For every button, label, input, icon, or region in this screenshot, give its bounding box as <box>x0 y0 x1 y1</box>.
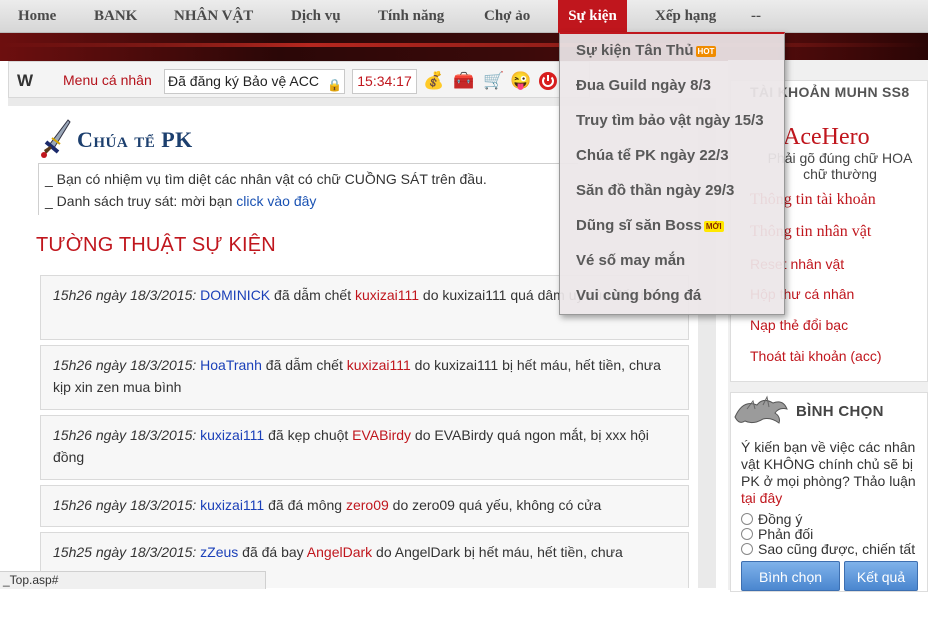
menu-item-boss-hunter[interactable]: Dũng sĩ săn Boss MỚI <box>576 217 724 234</box>
entry-action: đã dẫm chết <box>261 357 347 373</box>
header-banner <box>0 33 928 61</box>
menu-item-god-item-hunt[interactable]: Săn đồ thần ngày 29/3 <box>576 182 734 199</box>
radio-button[interactable] <box>741 543 753 555</box>
entry-victim-link[interactable]: EVABirdy <box>352 427 411 443</box>
vote-option-disagree[interactable]: Phản đối <box>741 526 813 542</box>
vote-question: Ý kiến bạn về việc các nhân vật KHÔNG ch… <box>741 439 928 507</box>
vote-option-label: Phản đối <box>758 526 814 542</box>
vote-submit-button[interactable]: Bình chọn <box>741 561 840 591</box>
menu-item-label: Săn đồ thần ngày 29/3 <box>576 182 735 199</box>
entry-time: 15h26 ngày 18/3/2015: <box>53 357 197 373</box>
entry-action: đã đá bay <box>238 544 307 560</box>
smiley-icon[interactable]: 😜 <box>509 69 533 93</box>
entry-attacker-link[interactable]: kuxizai111 <box>200 497 264 513</box>
entry-detail: do AngelDark bị hết máu, hết tiền, chưa <box>372 544 623 560</box>
nav-home[interactable]: Home <box>18 0 56 33</box>
vote-option-label: Đồng ý <box>758 511 803 527</box>
treasure-chest-icon[interactable]: 🧰 <box>452 69 476 93</box>
entry-victim-link[interactable]: kuxizai111 <box>347 357 411 373</box>
pk-hunt-list-text: _ Danh sách truy sát: mời bạn click vào … <box>45 193 316 209</box>
menu-item-label: Đua Guild ngày 8/3 <box>576 77 712 94</box>
new-badge: MỚI <box>703 220 724 232</box>
pk-mission-text: _ Bạn có nhiệm vụ tìm diệt các nhân vật … <box>45 171 487 187</box>
entry-attacker-link[interactable]: zZeus <box>200 544 238 560</box>
money-bag-icon[interactable]: 💰 <box>422 69 446 93</box>
report-entry: 15h26 ngày 18/3/2015: HoaTranh đã dẫm ch… <box>40 345 689 410</box>
site-logo-icon[interactable]: W <box>17 71 33 91</box>
lock-icon: 🔒 <box>327 78 342 92</box>
entry-action: đã đá mông <box>264 497 346 513</box>
menu-item-label: Vui cùng bóng đá <box>576 287 702 304</box>
nav-characters[interactable]: NHÂN VẬT <box>174 0 253 33</box>
page: Home BANK NHÂN VẬT Dịch vụ Tính năng Chợ… <box>0 0 928 642</box>
menu-item-label: Vé số may mắn <box>576 252 686 269</box>
logout-link[interactable]: Thoát tài khoản (acc) <box>750 348 882 364</box>
vote-discussion-link[interactable]: tại đây <box>741 490 782 506</box>
radio-button[interactable] <box>741 513 753 525</box>
event-report-title: TƯỜNG THUẬT SỰ KIỆN <box>36 234 276 256</box>
entry-detail: do zero09 quá yếu, không có cửa <box>388 497 602 513</box>
entry-victim-link[interactable]: kuxizai111 <box>355 287 419 303</box>
shopping-cart-icon[interactable]: 🛒 <box>482 69 506 93</box>
report-entry: 15h26 ngày 18/3/2015: kuxizai111 đã đá m… <box>40 485 689 527</box>
account-protection-text: Đã đăng ký Bảo vệ ACC <box>168 73 319 89</box>
menu-item-guild-race[interactable]: Đua Guild ngày 8/3 <box>576 77 711 94</box>
nav-services[interactable]: Dịch vụ <box>291 0 341 33</box>
vote-question-text: Ý kiến bạn về việc các nhân vật KHÔNG ch… <box>741 439 916 489</box>
events-dropdown-menu: Sự kiện Tân Thủ HOT Đua Guild ngày 8/3 Tr… <box>559 32 785 315</box>
entry-victim-link[interactable]: AngelDark <box>307 544 372 560</box>
menu-item-label: Sự kiện Tân Thủ <box>576 42 694 59</box>
menu-item-newbie-event[interactable]: Sự kiện Tân Thủ HOT <box>576 42 717 59</box>
menu-item-label: Chúa tể PK ngày 22/3 <box>576 147 729 164</box>
entry-time: 15h26 ngày 18/3/2015: <box>53 427 197 443</box>
report-entry: 15h26 ngày 18/3/2015: kuxizai111 đã kẹp … <box>40 415 689 480</box>
entry-attacker-link[interactable]: kuxizai111 <box>200 427 264 443</box>
topup-link[interactable]: Nạp thẻ đổi bạc <box>750 317 848 333</box>
radio-button[interactable] <box>741 528 753 540</box>
vote-results-button[interactable]: Kết quả <box>844 561 918 591</box>
entry-attacker-link[interactable]: DOMINICK <box>200 287 270 303</box>
menu-item-football[interactable]: Vui cùng bóng đá <box>576 287 701 304</box>
server-clock: 15:34:17 <box>352 69 417 94</box>
power-icon[interactable] <box>536 69 560 93</box>
personal-menu-link[interactable]: Menu cá nhân <box>63 72 152 88</box>
menu-item-pk-lord[interactable]: Chúa tể PK ngày 22/3 <box>576 147 729 164</box>
menu-item-label: Truy tìm bảo vật ngày 15/3 <box>576 112 764 129</box>
nav-bank[interactable]: BANK <box>94 0 137 33</box>
account-protection-status: Đã đăng ký Bảo vệ ACC 🔒 <box>164 69 345 94</box>
nav-features[interactable]: Tính năng <box>378 0 444 33</box>
user-toolbar: W Menu cá nhân Đã đăng ký Bảo vệ ACC 🔒 1… <box>8 61 590 98</box>
nav-more[interactable]: -- <box>751 0 761 33</box>
entry-time: 15h26 ngày 18/3/2015: <box>53 287 197 303</box>
entry-time: 15h26 ngày 18/3/2015: <box>53 497 197 513</box>
pk-hunt-list-link[interactable]: click vào đây <box>236 193 316 209</box>
browser-status-bar: _Top.asp# <box>0 571 266 589</box>
entry-action: đã dẫm chết <box>270 287 355 303</box>
pk-hunt-list-prefix: _ Danh sách truy sát: mời bạn <box>45 193 237 209</box>
entry-action: đã kẹp chuột <box>264 427 353 443</box>
nav-ranking[interactable]: Xếp hạng <box>655 0 716 33</box>
menu-item-lottery[interactable]: Vé số may mắn <box>576 252 685 269</box>
nav-market[interactable]: Chợ ảo <box>484 0 530 33</box>
top-nav: Home BANK NHÂN VẬT Dịch vụ Tính năng Chợ… <box>0 0 928 33</box>
hot-badge: HOT <box>695 45 717 57</box>
account-username: AceHero <box>783 124 870 150</box>
sword-icon <box>41 119 71 158</box>
vote-header: BÌNH CHỌN <box>796 403 884 420</box>
menu-item-label: Dũng sĩ săn Boss <box>576 217 702 234</box>
pk-event-title: Chúa tể PK <box>77 127 193 152</box>
vote-option-whatever[interactable]: Sao cũng được, chiến tất <box>741 541 915 557</box>
entry-attacker-link[interactable]: HoaTranh <box>200 357 262 373</box>
menu-item-treasure-hunt[interactable]: Truy tìm bảo vật ngày 15/3 <box>576 112 764 129</box>
nav-events[interactable]: Sự kiện <box>558 0 627 33</box>
entry-victim-link[interactable]: zero09 <box>346 497 389 513</box>
vote-option-agree[interactable]: Đồng ý <box>741 511 802 527</box>
dragon-icon <box>734 395 788 424</box>
vote-option-label: Sao cũng được, chiến tất <box>758 541 916 557</box>
entry-time: 15h25 ngày 18/3/2015: <box>53 544 197 560</box>
